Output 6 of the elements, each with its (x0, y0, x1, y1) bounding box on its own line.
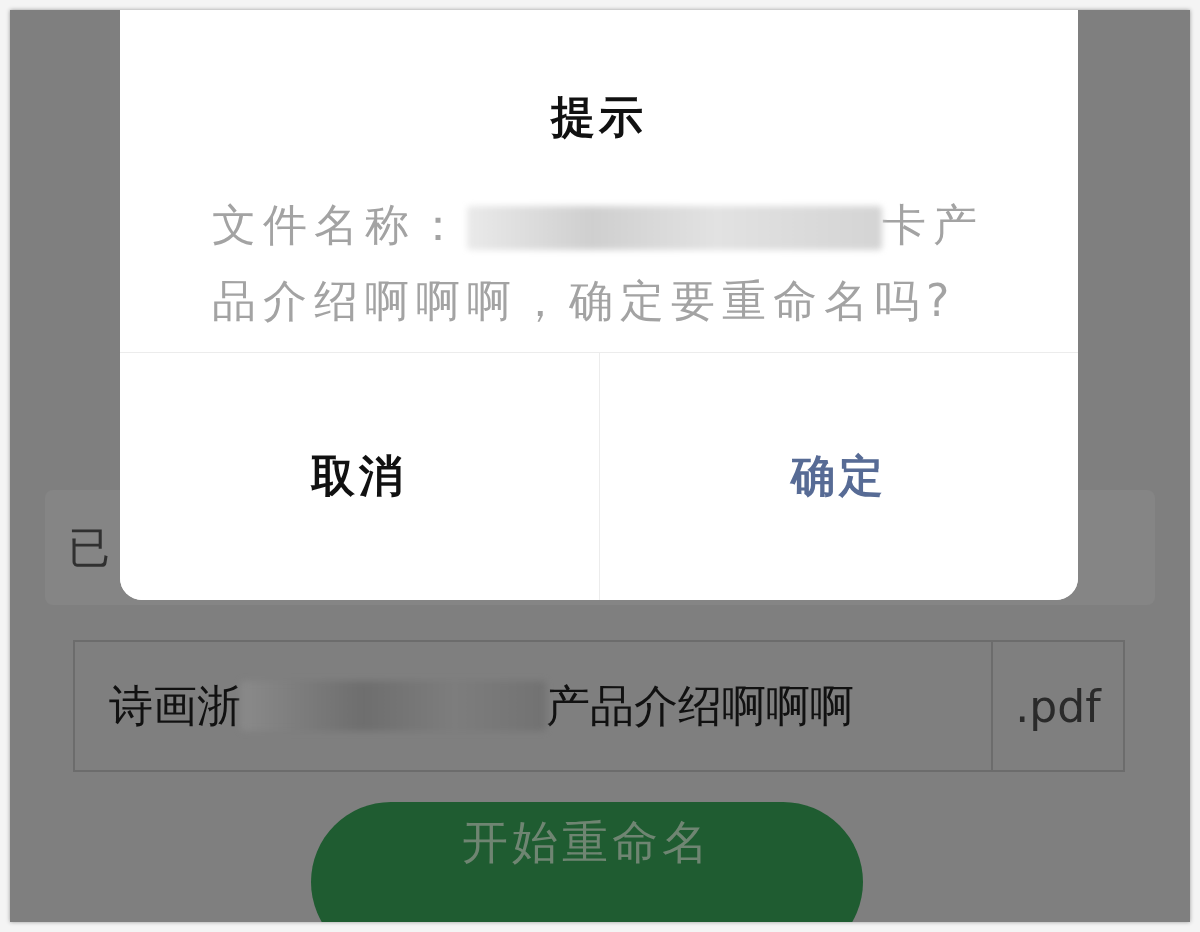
dialog-message: 文件名称： 卡产品介绍啊啊啊，确定要重命名吗? (212, 198, 985, 328)
dialog-title: 提示 (549, 90, 648, 144)
confirm-button[interactable]: 确定 (598, 353, 1078, 600)
name-field[interactable]: 诗画浙 产品介绍啊啊啊 (75, 642, 993, 770)
extension-label: .pdf (1014, 679, 1103, 734)
selected-label: 已 (68, 521, 110, 574)
